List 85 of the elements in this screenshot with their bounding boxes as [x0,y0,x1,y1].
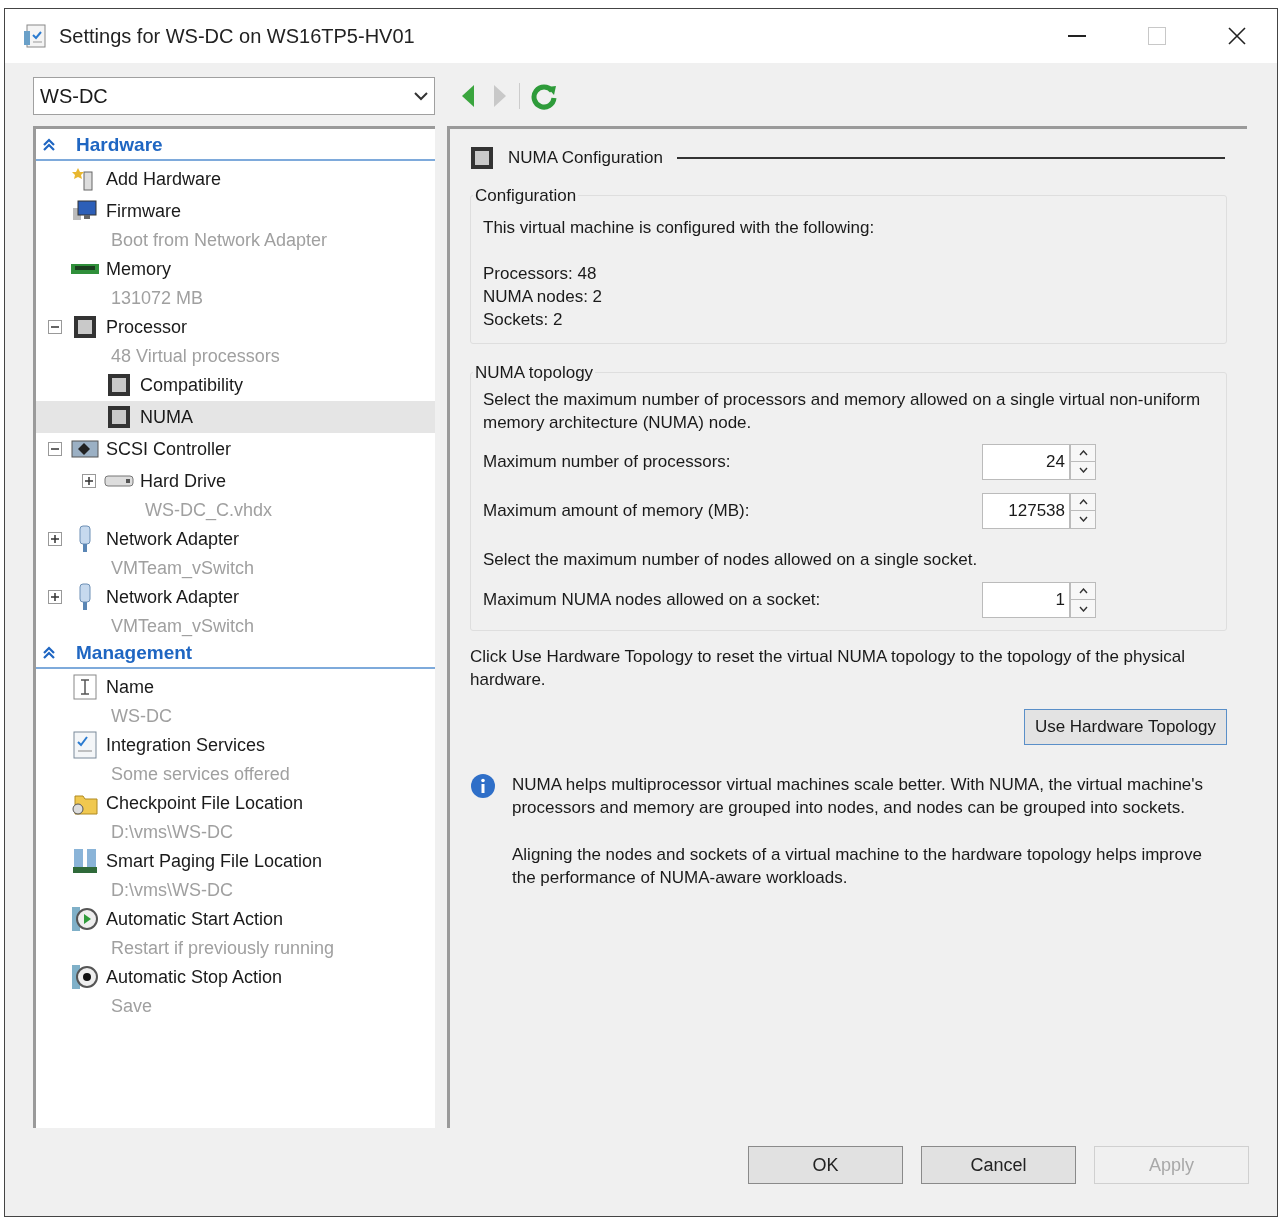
spin-up-button[interactable] [1070,582,1096,600]
back-arrow-icon [461,84,475,108]
down-chevron-icon [1078,467,1088,473]
section-title: NUMA Configuration [508,147,663,170]
tree-item-detail: Save [111,994,153,1018]
number-field[interactable]: 1 [982,582,1070,618]
info-text: NUMA helps multiprocessor virtual machines scale better. With NUMA, the virtual machine's processors and memory are grouped into nodes, and nodes can be grouped into sockets. [512,774,1205,819]
tree-item[interactable]: Network Adapter [36,581,435,613]
dialog-button[interactable]: OK [748,1146,903,1184]
tree-item[interactable]: NUMA [36,401,435,433]
body-text: This virtual machine is configured with the following: [483,216,876,239]
collapse-chevron-icon [42,646,56,660]
up-chevron-icon [1078,588,1088,594]
use-hardware-topology-button[interactable]: Use Hardware Topology [1023,709,1227,745]
tree-item[interactable]: Network Adapter [36,523,435,555]
maximize-icon [1148,27,1166,45]
spin-up-button[interactable] [1070,492,1096,511]
field-label: Maximum number of processors: [483,450,732,473]
group-title: NUMA topology [474,362,595,384]
tree-item[interactable]: Hard Drive [36,465,435,497]
back-button[interactable] [461,84,475,108]
number-field[interactable]: 127538 [982,492,1070,529]
tree-item-detail: Restart if previously running [111,936,335,960]
refresh-button[interactable] [530,82,558,110]
controller-icon [68,438,102,460]
tree-item-detail: Some services offered [111,762,290,786]
collapse-icon[interactable] [48,320,62,334]
tree-item[interactable]: Memory [36,253,435,285]
spin-up-button[interactable] [1070,443,1096,462]
vm-dropdown[interactable]: WS-DC [33,77,435,115]
body-text: Select the maximum number of nodes allowed on a single socket. [483,548,979,571]
tree-item-detail: VMTeam_vSwitch [111,556,255,581]
down-chevron-icon [1078,516,1088,522]
tree-item-detail: D:\vms\WS-DC [111,878,233,902]
window-title: Settings for WS-DC on WS16TP5-HV01 [59,24,415,49]
tree-item[interactable]: Automatic Start Action [36,903,435,935]
group-title: Configuration [474,185,578,207]
body-text: Select the maximum number of processors and memory allowed on a single virtual non-uniform memory architecture (NUMA) node. [483,388,1202,434]
tree-item-detail: 131072 MB [111,286,204,310]
collapse-chevron-icon [42,138,56,152]
number-field[interactable]: 24 [982,443,1070,480]
tree-item-detail: Boot from Network Adapter [111,228,328,252]
tree-item[interactable]: Compatibility [36,369,435,401]
refresh-icon [530,82,558,110]
expand-icon[interactable] [48,532,62,546]
tree-item[interactable]: Name [36,671,435,703]
info-icon [470,773,496,799]
field-label: Maximum amount of memory (MB): [483,499,751,522]
forward-arrow-icon [493,84,507,108]
tree-item[interactable]: Smart Paging File Location [36,845,435,877]
up-chevron-icon [1078,498,1088,505]
expand-icon[interactable] [48,590,62,604]
tree-item[interactable]: SCSI Controller [36,433,435,465]
collapse-icon[interactable] [48,442,62,456]
spin-down-button[interactable] [1070,600,1096,618]
info-text: Aligning the nodes and sockets of a virtual machine to the hardware topology helps improve the performance of NUMA-aware workloads. [512,844,1203,889]
field-label: Maximum NUMA nodes allowed on a socket: [483,589,822,612]
tree-item-detail: WS-DC [111,704,172,728]
body-text: Click Use Hardware Topology to reset the virtual NUMA topology to the topology of the physical hardware. [470,646,1186,691]
info-line: Sockets: 2 [483,309,564,331]
section-header[interactable]: Management [36,639,435,669]
caret-icon [414,91,428,101]
tree-item-detail: 48 Virtual processors [111,344,280,368]
tree-item[interactable]: Processor [36,311,435,343]
tree-item-detail: D:\vms\WS-DC [111,820,233,844]
memory-module-icon [68,262,102,276]
up-chevron-icon [1078,449,1088,456]
tree-item[interactable]: Firmware [36,195,435,227]
info-line: NUMA nodes: 2 [483,286,604,308]
settings-document-icon [23,23,49,49]
dialog-button[interactable]: Cancel [921,1146,1076,1184]
close-icon [1228,27,1246,45]
tree-item[interactable]: Automatic Stop Action [36,961,435,993]
minimize-icon [1068,35,1086,37]
hard-drive-icon [102,474,136,488]
tree-item[interactable]: Add Hardware [36,163,435,195]
expand-icon[interactable] [82,474,96,488]
chip-icon [470,146,494,170]
tree-item[interactable]: Integration Services [36,729,435,761]
tree-item-detail: VMTeam_vSwitch [111,614,255,639]
section-header[interactable]: Hardware [36,131,435,161]
info-line: Processors: 48 [483,263,598,285]
tree-item-detail: WS-DC_C.vhdx [145,498,273,523]
down-chevron-icon [1078,605,1088,612]
tree-item[interactable]: Checkpoint File Location [36,787,435,819]
